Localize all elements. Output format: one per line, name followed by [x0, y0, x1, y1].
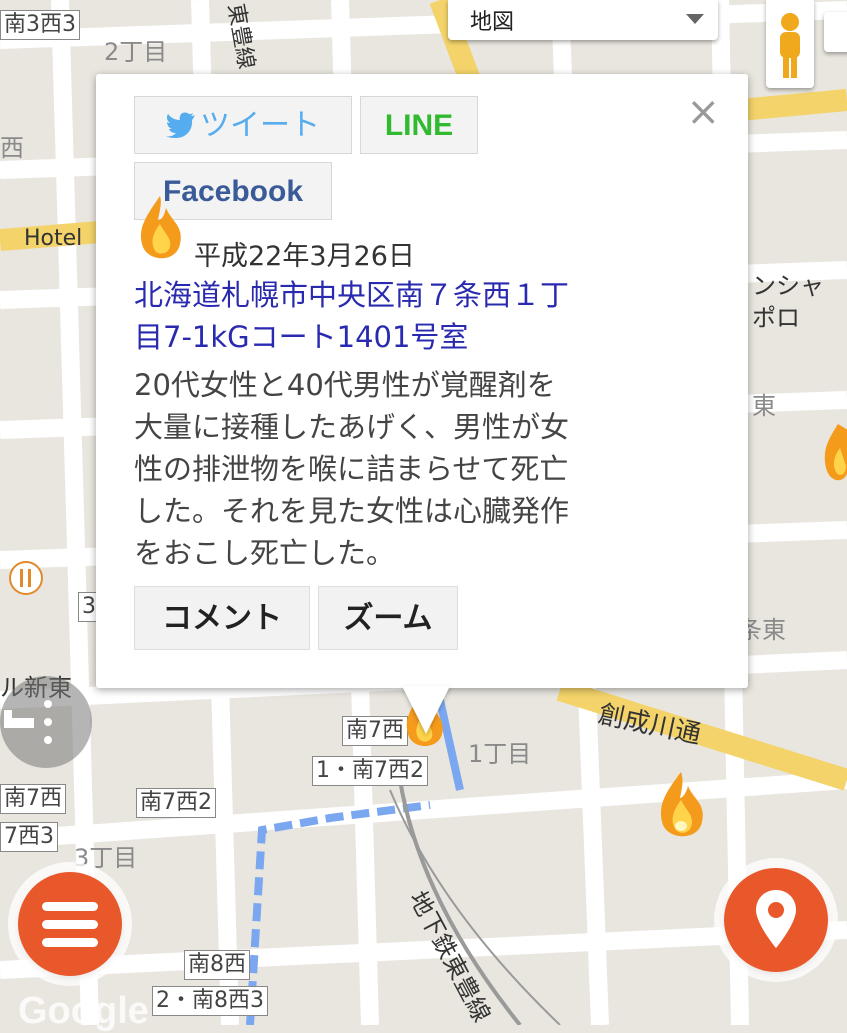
description-line: 大量に接種したあげく、男性が女: [134, 410, 570, 444]
flame-icon[interactable]: [818, 420, 847, 490]
chevron-down-icon: [686, 14, 704, 24]
description-line: した。それを見た女性は心臓発作: [134, 494, 570, 528]
road-label: 7西3: [0, 822, 58, 852]
menu-button[interactable]: [18, 872, 122, 976]
menu-icon: [42, 938, 98, 947]
menu-icon: [42, 920, 98, 929]
pegman-icon[interactable]: [766, 0, 814, 88]
description-line: 性の排泄物を喉に詰まらせて死亡: [134, 452, 569, 486]
description-line: をおこし死亡した。: [134, 536, 396, 570]
close-icon[interactable]: ×: [686, 92, 720, 132]
restaurant-icon[interactable]: [8, 560, 44, 596]
comment-button[interactable]: コメント: [134, 586, 310, 650]
tweet-button[interactable]: ツイート: [134, 96, 352, 154]
twitter-bird-icon: [166, 112, 195, 138]
road-label: 南7西2: [136, 788, 216, 818]
road-label: 南8西: [184, 950, 250, 980]
poi-label: Hotel: [24, 226, 83, 251]
menu-icon: [42, 902, 98, 911]
area-label: 西: [0, 134, 24, 162]
area-label: 3丁目: [74, 844, 138, 872]
hotel-button[interactable]: [0, 676, 92, 768]
incident-date: 平成22年3月26日: [194, 241, 415, 272]
area-label: 2丁目: [104, 38, 168, 66]
flame-icon: [140, 196, 181, 259]
area-label: ンシャ: [752, 272, 824, 300]
road-label: 南7西: [0, 784, 66, 814]
line-button[interactable]: LINE: [360, 96, 478, 154]
map-type-label: 地図: [470, 10, 515, 35]
road-label: 2・南8西3: [152, 986, 268, 1016]
hotel-icon: [4, 700, 52, 744]
road-label: 1・南7西2: [312, 756, 428, 786]
area-label: 1丁目: [468, 740, 532, 768]
road-label: 南3西3: [0, 10, 80, 40]
incident-address-link[interactable]: 北海道札幌市中央区南７条西１丁 目7-1kGコート1401号室: [134, 274, 714, 358]
info-window-pointer: [402, 686, 450, 734]
area-label: ポロ: [752, 304, 800, 332]
location-button[interactable]: [724, 868, 828, 972]
info-window: ツイート LINE Facebook × 平成22年3月26日 北海道札幌市中央…: [96, 74, 748, 688]
area-label: 東: [752, 392, 776, 420]
compass-icon[interactable]: [824, 12, 847, 52]
zoom-button[interactable]: ズーム: [318, 586, 458, 650]
address-line: 目7-1kGコート1401号室: [134, 320, 469, 354]
address-line: 北海道札幌市中央区南７条西１丁: [134, 278, 570, 312]
map-type-dropdown[interactable]: 地図: [448, 0, 718, 40]
google-logo: Google: [18, 990, 149, 1032]
incident-description: 20代女性と40代男性が覚醒剤を 大量に接種したあげく、男性が女 性の排泄物を喉…: [134, 364, 714, 574]
description-line: 20代女性と40代男性が覚醒剤を: [134, 368, 556, 402]
road-label: 南7西: [342, 716, 408, 746]
tweet-label: ツイート: [200, 108, 320, 143]
flame-icon[interactable]: [656, 770, 706, 844]
location-pin-icon: [756, 890, 796, 948]
